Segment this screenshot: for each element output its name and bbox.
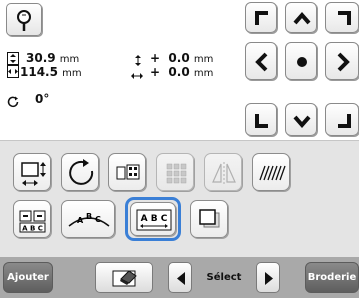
width-value: 114.5 (20, 65, 58, 79)
add-button[interactable]: Ajouter (3, 262, 53, 293)
width-unit: mm (62, 68, 82, 79)
eraser-icon (112, 270, 137, 287)
height-unit: mm (59, 54, 80, 65)
height-readout: 30.9 mm (26, 51, 79, 65)
corner-down-right-icon (338, 114, 351, 128)
svg-text:A B C: A B C (22, 225, 43, 233)
move-center-button[interactable] (285, 42, 317, 80)
border-frame-icon (199, 209, 220, 228)
corner-up-left-icon (255, 11, 268, 25)
border-button[interactable] (190, 200, 228, 238)
corner-up-right-icon (338, 11, 351, 25)
density-icon (259, 165, 286, 181)
magnify-button[interactable] (6, 3, 42, 36)
triangle-right-icon (265, 272, 273, 285)
triangle-left-icon (177, 272, 185, 285)
character-spacing-icon: A B C (136, 209, 172, 231)
chevron-up-icon (293, 11, 311, 25)
rotation-readout: 0° (35, 92, 50, 106)
character-spacing-button[interactable]: A B C (130, 202, 176, 236)
svg-text:A: A (77, 216, 84, 225)
array-icon (116, 164, 140, 180)
vertical-offset-value: 0.0 (168, 51, 190, 65)
character-spacing-button-selected[interactable]: A B C (125, 197, 181, 241)
move-up-right-button[interactable] (325, 2, 359, 33)
grid-icon (166, 163, 187, 184)
arc-text-icon: A B C (68, 212, 110, 227)
select-previous-button[interactable] (168, 262, 192, 293)
vertical-offset-readout: + 0.0 mm (150, 51, 213, 65)
horizontal-offset-readout: + 0.0 mm (150, 65, 213, 79)
move-left-button[interactable] (245, 42, 277, 80)
height-value: 30.9 (26, 51, 56, 65)
move-down-left-button[interactable] (245, 103, 277, 136)
embroidery-button[interactable]: Broderie (305, 262, 359, 293)
move-up-left-button[interactable] (245, 2, 277, 33)
select-label: Sélect (206, 272, 242, 283)
array-button[interactable] (108, 153, 146, 191)
width-readout: 114.5 mm (20, 65, 82, 79)
rotate-icon (69, 159, 94, 185)
horizontal-offset-sign: + (150, 65, 161, 79)
center-dot-icon (297, 57, 307, 67)
vertical-offset-unit: mm (193, 54, 214, 65)
resize-icon (21, 162, 46, 186)
horizontal-offset-unit: mm (193, 68, 214, 79)
move-up-button[interactable] (285, 2, 317, 33)
multi-color-text-button[interactable]: A B C (13, 200, 51, 238)
mirror-icon (212, 162, 236, 184)
move-down-right-button[interactable] (325, 103, 359, 136)
multi-color-text-icon: A B C (19, 210, 46, 233)
svg-text:A B C: A B C (141, 214, 168, 224)
mirror-button[interactable] (204, 153, 242, 191)
move-down-button[interactable] (285, 103, 317, 136)
svg-text:C: C (95, 215, 101, 224)
horizontal-offset-value: 0.0 (168, 65, 190, 79)
vertical-offset-sign: + (150, 51, 161, 65)
move-right-button[interactable] (325, 42, 359, 80)
grid-button[interactable] (156, 153, 194, 191)
resize-button[interactable] (13, 153, 51, 191)
rotate-button[interactable] (61, 153, 99, 191)
delete-button[interactable] (95, 262, 153, 293)
corner-down-left-icon (255, 114, 268, 128)
chevron-down-icon (293, 115, 311, 129)
density-button[interactable] (252, 153, 290, 191)
horizontal-offset-icon (130, 66, 144, 85)
magnifier-icon (17, 10, 31, 31)
arc-text-button[interactable]: A B C (61, 200, 115, 238)
chevron-left-icon (255, 52, 268, 72)
rotation-icon (7, 93, 19, 112)
select-next-button[interactable] (256, 262, 280, 293)
chevron-right-icon (337, 52, 350, 72)
width-icon (7, 65, 19, 81)
svg-text:B: B (86, 212, 92, 221)
